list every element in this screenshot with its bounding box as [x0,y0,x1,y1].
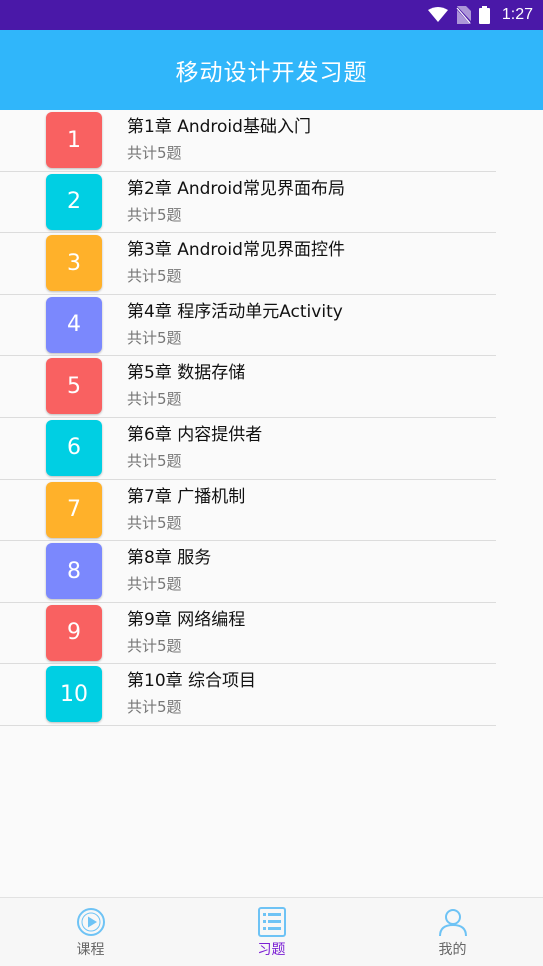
chapter-question-count: 共计5题 [127,698,182,717]
chapter-row[interactable]: 9 第9章 网络编程 共计5题 [0,603,496,665]
chapter-question-count: 共计5题 [127,575,182,594]
chapter-question-count: 共计5题 [127,267,182,286]
nav-item-exercises[interactable]: 习题 [181,898,362,966]
chapter-title: 第8章 服务 [127,548,212,569]
wifi-icon [427,7,448,23]
nav-label-profile: 我的 [438,942,467,958]
list-icon [257,907,287,937]
nav-item-courses[interactable]: 课程 [0,898,181,966]
chapter-row[interactable]: 6 第6章 内容提供者 共计5题 [0,418,496,480]
chapter-row[interactable]: 4 第4章 程序活动单元Activity 共计5题 [0,295,496,357]
nav-label-exercises: 习题 [257,942,286,958]
chapter-number-badge: 1 [46,112,102,168]
nav-label-courses: 课程 [76,942,105,958]
chapter-row[interactable]: 7 第7章 广播机制 共计5题 [0,480,496,542]
play-circle-icon [76,907,106,937]
chapter-row[interactable]: 5 第5章 数据存储 共计5题 [0,356,496,418]
chapter-row[interactable]: 10 第10章 综合项目 共计5题 [0,664,496,726]
chapter-number-badge: 7 [46,481,102,538]
chapter-title: 第10章 综合项目 [127,671,257,692]
chapter-title: 第7章 广播机制 [127,486,246,507]
chapter-number-badge: 5 [46,358,102,415]
chapter-title: 第3章 Android常见界面控件 [127,240,345,261]
person-icon [438,907,468,937]
app-bar: 移动设计开发习题 [0,30,543,110]
no-sim-icon [455,6,471,24]
chapter-row[interactable]: 1 第1章 Android基础入门 共计5题 [0,110,496,172]
chapter-question-count: 共计5题 [127,390,182,409]
chapter-title: 第9章 网络编程 [127,609,246,630]
chapter-number-badge: 8 [46,543,102,600]
chapter-row[interactable]: 8 第8章 服务 共计5题 [0,541,496,603]
chapter-number-badge: 3 [46,235,102,292]
chapter-number-badge: 10 [46,666,102,723]
chapter-row[interactable]: 3 第3章 Android常见界面控件 共计5题 [0,233,496,295]
chapter-title: 第6章 内容提供者 [127,424,263,445]
chapter-title: 第1章 Android基础入门 [127,117,311,137]
chapter-row[interactable]: 2 第2章 Android常见界面布局 共计5题 [0,172,496,234]
chapter-question-count: 共计5题 [127,513,182,532]
chapter-question-count: 共计5题 [127,451,182,470]
chapter-question-count: 共计5题 [127,636,182,655]
battery-icon [478,6,490,24]
chapter-title: 第4章 程序活动单元Activity [127,301,343,322]
bottom-nav: 课程 习题 我的 [0,897,543,966]
status-time: 1:27 [501,6,533,23]
chapter-number-badge: 2 [46,173,102,230]
chapter-list: 1 第1章 Android基础入门 共计5题 2 第2章 Android常见界面布局 共计… [0,110,543,726]
chapter-number-badge: 4 [46,296,102,353]
chapter-number-badge: 6 [46,419,102,476]
status-bar: 1:27 [0,0,543,30]
page-title: 移动设计开发习题 [175,60,368,86]
chapter-title: 第5章 数据存储 [127,363,246,384]
chapter-question-count: 共计5题 [127,205,182,224]
chapter-number-badge: 9 [46,604,102,661]
nav-item-profile[interactable]: 我的 [362,898,543,966]
chapter-question-count: 共计5题 [127,328,182,347]
chapter-question-count: 共计5题 [127,144,182,162]
chapter-title: 第2章 Android常见界面布局 [127,178,345,199]
